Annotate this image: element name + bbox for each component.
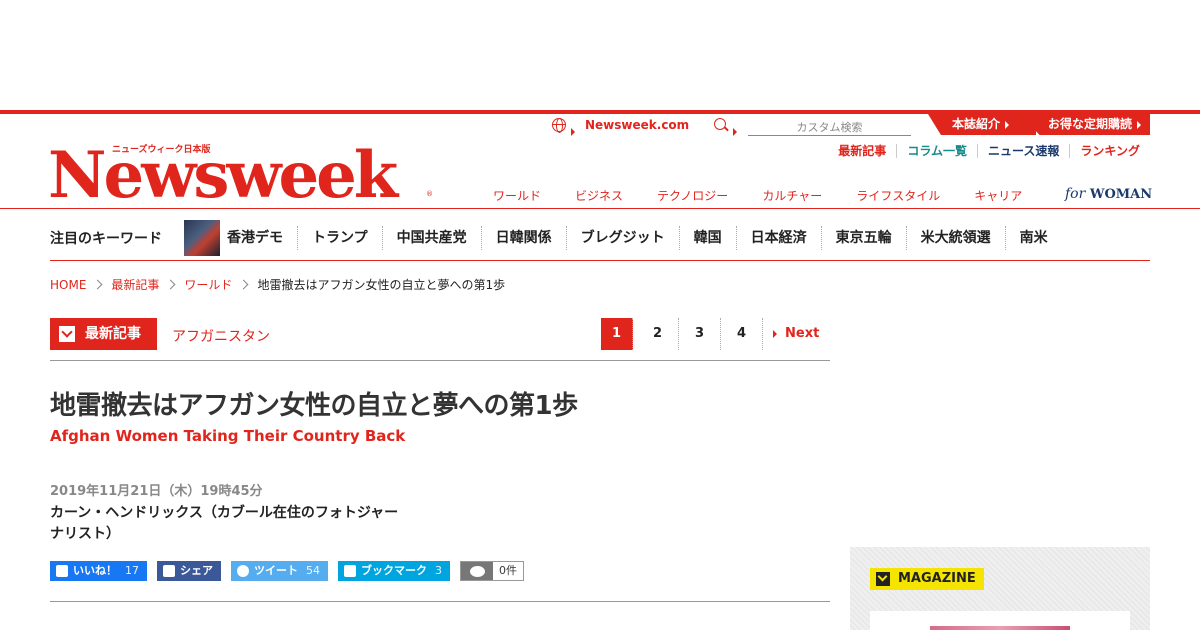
breadcrumb: HOME 最新記事 ワールド 地雷撤去はアフガン女性の自立と夢への第1歩: [50, 276, 505, 293]
comment-bubble-icon: [461, 562, 493, 580]
article-date: 2019年11月21日（木）19時45分: [50, 484, 263, 499]
arrow-icon: [1137, 120, 1142, 129]
keyword-tokyo-olympics[interactable]: 東京五輪: [820, 226, 906, 250]
logo-registered-mark: ®: [426, 190, 433, 198]
facebook-like-label: いいね！: [73, 564, 117, 577]
hatena-label: ブックマーク: [361, 564, 427, 577]
keyword-ccp[interactable]: 中国共産党: [381, 226, 481, 250]
nav-career[interactable]: キャリア: [974, 187, 1022, 204]
facebook-share-button[interactable]: シェア: [157, 561, 221, 581]
magazine-badge: MAGAZINE: [870, 568, 984, 590]
keyword-korea[interactable]: 韓国: [678, 226, 736, 250]
nav-business[interactable]: ビジネス: [575, 187, 623, 204]
chevron-right-icon: [165, 279, 176, 290]
for-woman-label: WOMAN: [1089, 187, 1153, 202]
page-1[interactable]: 1: [601, 318, 633, 350]
comments-button[interactable]: 0件: [460, 561, 524, 581]
nav-world[interactable]: ワールド: [493, 187, 541, 204]
hatena-bookmark-button[interactable]: ブックマーク 3: [338, 561, 450, 581]
keyword-trump[interactable]: トランプ: [297, 226, 382, 250]
globe-icon: [552, 118, 566, 133]
for-woman-prefix: for: [1065, 186, 1086, 202]
breadcrumb-home[interactable]: HOME: [50, 278, 86, 292]
facebook-icon: [163, 565, 175, 577]
facebook-share-label: シェア: [180, 564, 213, 577]
chevron-right-icon: [92, 279, 103, 290]
nav-lifestyle[interactable]: ライフスタイル: [856, 187, 940, 204]
facebook-like-count: 17: [125, 564, 139, 577]
twitter-icon: [237, 565, 249, 577]
facebook-like-button[interactable]: いいね！ 17: [50, 561, 147, 581]
share-divider: [50, 601, 830, 602]
next-page-button[interactable]: Next: [763, 318, 819, 350]
share-buttons: いいね！ 17 シェア ツイート 54 ブックマーク 3 0件: [50, 561, 534, 581]
tweet-count: 54: [306, 564, 320, 577]
about-magazine-tab[interactable]: 本誌紹介: [928, 114, 1036, 135]
tweet-button[interactable]: ツイート 54: [231, 561, 328, 581]
keyword-thumbnail[interactable]: [184, 220, 220, 256]
page-4[interactable]: 4: [721, 318, 763, 350]
about-magazine-label: 本誌紹介: [952, 117, 1001, 131]
magazine-card[interactable]: [870, 611, 1130, 630]
arrow-icon: [571, 121, 575, 140]
keyword-bar: 注目のキーワード 香港デモ トランプ 中国共産党 日韓関係 ブレグジット 韓国 …: [50, 218, 1150, 258]
arrow-icon: [733, 121, 737, 140]
search-icon[interactable]: [714, 118, 726, 130]
page-3[interactable]: 3: [679, 318, 721, 350]
keyword-japan-economy[interactable]: 日本経済: [735, 226, 821, 250]
keyword-bar-title: 注目のキーワード: [50, 231, 162, 247]
ad-space: [0, 0, 1200, 110]
subscribe-label: お得な定期購読: [1048, 117, 1133, 131]
breadcrumb-world[interactable]: ワールド: [184, 276, 232, 293]
keyword-south-america[interactable]: 南米: [1004, 226, 1062, 250]
logo-wordmark: Newsweek: [48, 138, 398, 213]
page-2[interactable]: 2: [637, 318, 679, 350]
sidebar-ad-space: [850, 362, 1150, 542]
subnav-latest[interactable]: 最新記事: [828, 144, 896, 158]
keyword-brexit[interactable]: ブレグジット: [565, 226, 679, 250]
main-navigation: ワールド ビジネス テクノロジー カルチャー ライフスタイル キャリア: [493, 187, 1056, 204]
breadcrumb-current: 地雷撤去はアフガン女性の自立と夢への第1歩: [257, 278, 506, 292]
article-subtitle: Afghan Women Taking Their Country Back: [50, 427, 406, 445]
nav-culture[interactable]: カルチャー: [762, 187, 822, 204]
magazine-label: MAGAZINE: [898, 571, 976, 586]
thumbs-up-icon: [56, 565, 68, 577]
category-badge[interactable]: 最新記事: [50, 318, 157, 350]
newsweek-logo[interactable]: ニューズウィーク日本版 Newsweek ®: [48, 142, 433, 208]
keyword-divider: [50, 260, 1150, 261]
sub-navigation: 最新記事 コラム一覧 ニュース速報 ランキング: [828, 144, 1150, 158]
pagination: 1 2 3 4 Next: [601, 318, 819, 350]
checkbox-icon: [876, 572, 890, 586]
magazine-panel: MAGAZINE: [850, 547, 1150, 630]
breadcrumb-latest[interactable]: 最新記事: [111, 276, 159, 293]
magazine-cover-image[interactable]: [930, 626, 1070, 630]
arrow-icon: [1005, 120, 1010, 129]
arrow-icon: [773, 329, 777, 338]
comments-count: 0件: [499, 564, 517, 577]
for-woman-link[interactable]: for WOMAN: [1065, 186, 1152, 202]
hatena-icon: [344, 565, 356, 577]
article-meta-row: 最新記事 アフガニスタン 1 2 3 4 Next: [50, 318, 830, 361]
hatena-count: 3: [435, 564, 442, 577]
keyword-hongkong-protest[interactable]: 香港デモ: [227, 226, 297, 250]
tag-afghanistan[interactable]: アフガニスタン: [172, 326, 270, 346]
next-label: Next: [785, 326, 820, 341]
subnav-breaking-news[interactable]: ニュース速報: [976, 144, 1069, 158]
subnav-ranking[interactable]: ランキング: [1069, 144, 1150, 158]
tweet-label: ツイート: [254, 564, 298, 577]
nav-technology[interactable]: テクノロジー: [657, 187, 728, 204]
article-title: 地雷撤去はアフガン女性の自立と夢への第1歩: [50, 391, 578, 421]
keyword-us-election[interactable]: 米大統領選: [905, 226, 1005, 250]
chevron-right-icon: [238, 279, 249, 290]
article-author: カーン・ヘンドリックス（カブール在住のフォトジャーナリスト）: [50, 505, 399, 542]
subnav-columns[interactable]: コラム一覧: [896, 144, 977, 158]
site-header: ニューズウィーク日本版 Newsweek ® Newsweek.com カスタム…: [48, 114, 1152, 209]
category-label: 最新記事: [85, 326, 141, 342]
subscribe-tab[interactable]: お得な定期購読: [1020, 114, 1150, 135]
checkbox-icon: [59, 326, 75, 342]
keyword-japan-korea[interactable]: 日韓関係: [480, 226, 566, 250]
header-divider: [0, 208, 1200, 209]
newsweek-com-link[interactable]: Newsweek.com: [585, 118, 689, 132]
custom-search-input[interactable]: カスタム検索: [748, 116, 911, 136]
